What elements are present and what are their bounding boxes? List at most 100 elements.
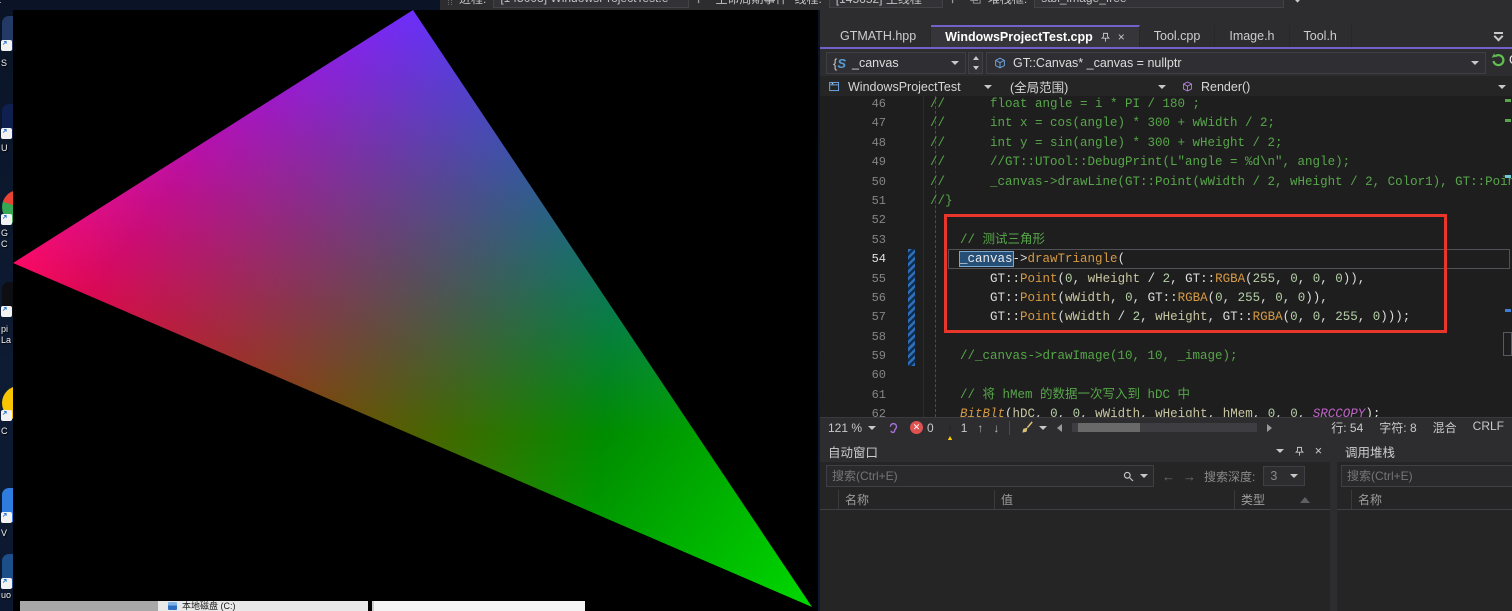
code-line: GT::Point(0, wHeight / 2, GT::RGBA(255, … [930, 270, 1512, 289]
scroll-left-icon[interactable] [1057, 424, 1062, 432]
search-depth-label: 搜索深度: [1204, 468, 1255, 485]
code-line: _canvas->drawTriangle( [930, 250, 1512, 269]
column-name[interactable]: 名称 [1351, 490, 1491, 509]
code-token: 0 [1065, 272, 1073, 286]
code-token: 0 [1125, 291, 1133, 305]
toolbar-grip[interactable] [448, 0, 452, 5]
column-type[interactable]: 类型 [1234, 490, 1296, 509]
callstack-title-bar[interactable]: 调用堆栈 [1337, 440, 1512, 462]
autos-column-headers: 名称 值 类型 [820, 490, 1330, 510]
code-token: , [1035, 407, 1050, 417]
close-icon[interactable]: × [1315, 444, 1322, 458]
horizontal-scrollbar[interactable] [1072, 423, 1257, 432]
chevron-down-icon[interactable] [868, 426, 876, 430]
line-number: 49 [848, 153, 886, 172]
code-token: , [1275, 272, 1290, 286]
expression-value-dropdown[interactable]: GT::Canvas* _canvas = nullptr [986, 52, 1486, 74]
expression-text: _canvas [852, 56, 899, 70]
debug-toolbar: 进程: [145008] WindowsProjectTest.e 生命周期事件… [440, 0, 1512, 10]
process-dropdown[interactable]: [145008] WindowsProjectTest.e [493, 0, 689, 8]
code-token: / [1140, 272, 1163, 286]
chevron-down-icon[interactable] [1140, 474, 1148, 478]
shortcut-arrow-icon [1, 306, 12, 317]
flag-icon[interactable] [696, 0, 708, 4]
prev-issue-button[interactable]: ↑ [977, 421, 983, 435]
autos-title-bar[interactable]: 自动窗口 × [820, 440, 1330, 462]
callstack-body[interactable] [1337, 510, 1512, 611]
method-dropdown[interactable]: Render() [1175, 76, 1512, 97]
frames-icon[interactable] [969, 0, 981, 4]
warning-count[interactable]: ! 1 [944, 421, 968, 435]
code-token: Point [1020, 272, 1058, 286]
method-name: Render() [1201, 80, 1250, 94]
thread-dropdown[interactable]: [145652] 主线程 [829, 0, 943, 8]
code-token: , [1140, 310, 1155, 324]
debugger-expression-row: {S _canvas GT::Canvas* _canvas = nullptr… [820, 51, 1512, 75]
stackframe-dropdown[interactable]: stbi_image_free [1034, 0, 1284, 8]
close-icon[interactable]: × [1118, 30, 1125, 44]
health-indicator-icon[interactable] [886, 421, 900, 435]
eol-indicator[interactable]: CRLF [1473, 419, 1504, 436]
render-output-window[interactable] [13, 10, 818, 611]
flag-icon[interactable] [950, 0, 962, 4]
code-editor[interactable]: 4647484950515253545556575859606162 // fl… [820, 96, 1512, 417]
next-issue-button[interactable]: ↓ [993, 421, 999, 435]
project-dropdown[interactable]: WindowsProjectTest [822, 76, 998, 97]
autos-body[interactable] [820, 510, 1330, 611]
code-token: 2 [1163, 272, 1171, 286]
callstack-column-headers: 名称 [1337, 490, 1512, 510]
scroll-up-icon[interactable] [1300, 497, 1310, 503]
tab-overflow-icon[interactable] [1492, 32, 1504, 42]
column-value[interactable]: 值 [994, 490, 1234, 509]
expression-dropdown[interactable]: {S _canvas [826, 52, 966, 74]
refresh-button[interactable]: G [1490, 52, 1512, 68]
lifecycle-events-button[interactable]: 生命周期事件 [715, 0, 787, 7]
code-line: // int x = cos(angle) * 300 + wWidth / 2… [930, 114, 1512, 133]
tab-gtmath-hpp[interactable]: GTMATH.hpp [826, 25, 931, 47]
expression-stepper[interactable] [968, 52, 983, 74]
shortcut-arrow-icon [1, 214, 12, 225]
tab-image-h[interactable]: Image.h [1215, 25, 1289, 47]
code-token: hMem [1223, 407, 1253, 417]
callstack-panel: 调用堆栈 名称 [1337, 440, 1512, 611]
window-menu-icon[interactable] [1276, 449, 1284, 453]
search-input[interactable] [1347, 469, 1507, 483]
document-tab-strip: GTMATH.hppWindowsProjectTest.cpp×Tool.cp… [820, 25, 1512, 47]
line-number: 56 [848, 289, 886, 308]
code-token: RGBA [1215, 272, 1245, 286]
column-name[interactable]: 名称 [838, 490, 994, 509]
tab-windowsprojecttest-cpp[interactable]: WindowsProjectTest.cpp× [931, 25, 1140, 47]
toolbar-overflow-icon[interactable] [1291, 0, 1303, 3]
code-token: RGBA [1253, 310, 1283, 324]
explorer-drive-item[interactable]: 本地磁盘 (C:) [158, 601, 368, 611]
tab-tool-cpp[interactable]: Tool.cpp [1140, 25, 1216, 47]
search-prev-icon[interactable]: ← [1162, 469, 1175, 484]
horizontal-scrollbar-thumb[interactable] [1078, 423, 1140, 432]
scope-dropdown[interactable]: (全局范围) [1004, 76, 1172, 97]
callstack-search-row [1337, 462, 1512, 490]
autos-search-row: ← → 搜索深度: 3 [820, 462, 1330, 490]
encoding-indicator[interactable]: 混合 [1433, 419, 1457, 436]
char-indicator[interactable]: 字符: 8 [1379, 419, 1416, 436]
line-number-gutter[interactable]: 4647484950515253545556575859606162 [848, 96, 886, 417]
callstack-search-box[interactable] [1341, 465, 1512, 487]
scroll-mark-cyan [1505, 175, 1511, 178]
zoom-level[interactable]: 121 % [828, 421, 862, 435]
autos-search-box[interactable] [826, 465, 1154, 487]
pin-icon[interactable] [1100, 32, 1111, 43]
code-line: // //GT::UTool::DebugPrint(L"angle = %d\… [930, 153, 1512, 172]
search-input[interactable] [832, 469, 1117, 483]
pin-icon[interactable] [1294, 446, 1305, 457]
scroll-right-icon[interactable] [1267, 424, 1272, 432]
tab-tool-h[interactable]: Tool.h [1290, 25, 1352, 47]
search-next-icon[interactable]: → [1183, 469, 1196, 484]
error-count[interactable]: ✕ 0 [910, 421, 934, 435]
code-token: , [1260, 291, 1275, 305]
line-indicator[interactable]: 行: 54 [1331, 419, 1363, 436]
thread-value: [145652] 主线程 [836, 0, 922, 7]
search-depth-dropdown[interactable]: 3 [1263, 466, 1305, 486]
line-number: 57 [848, 308, 886, 327]
vertical-scrollbar-thumb[interactable] [1503, 332, 1512, 356]
chevron-down-icon[interactable] [1039, 426, 1047, 430]
code-cleanup-icon[interactable] [1020, 420, 1035, 435]
